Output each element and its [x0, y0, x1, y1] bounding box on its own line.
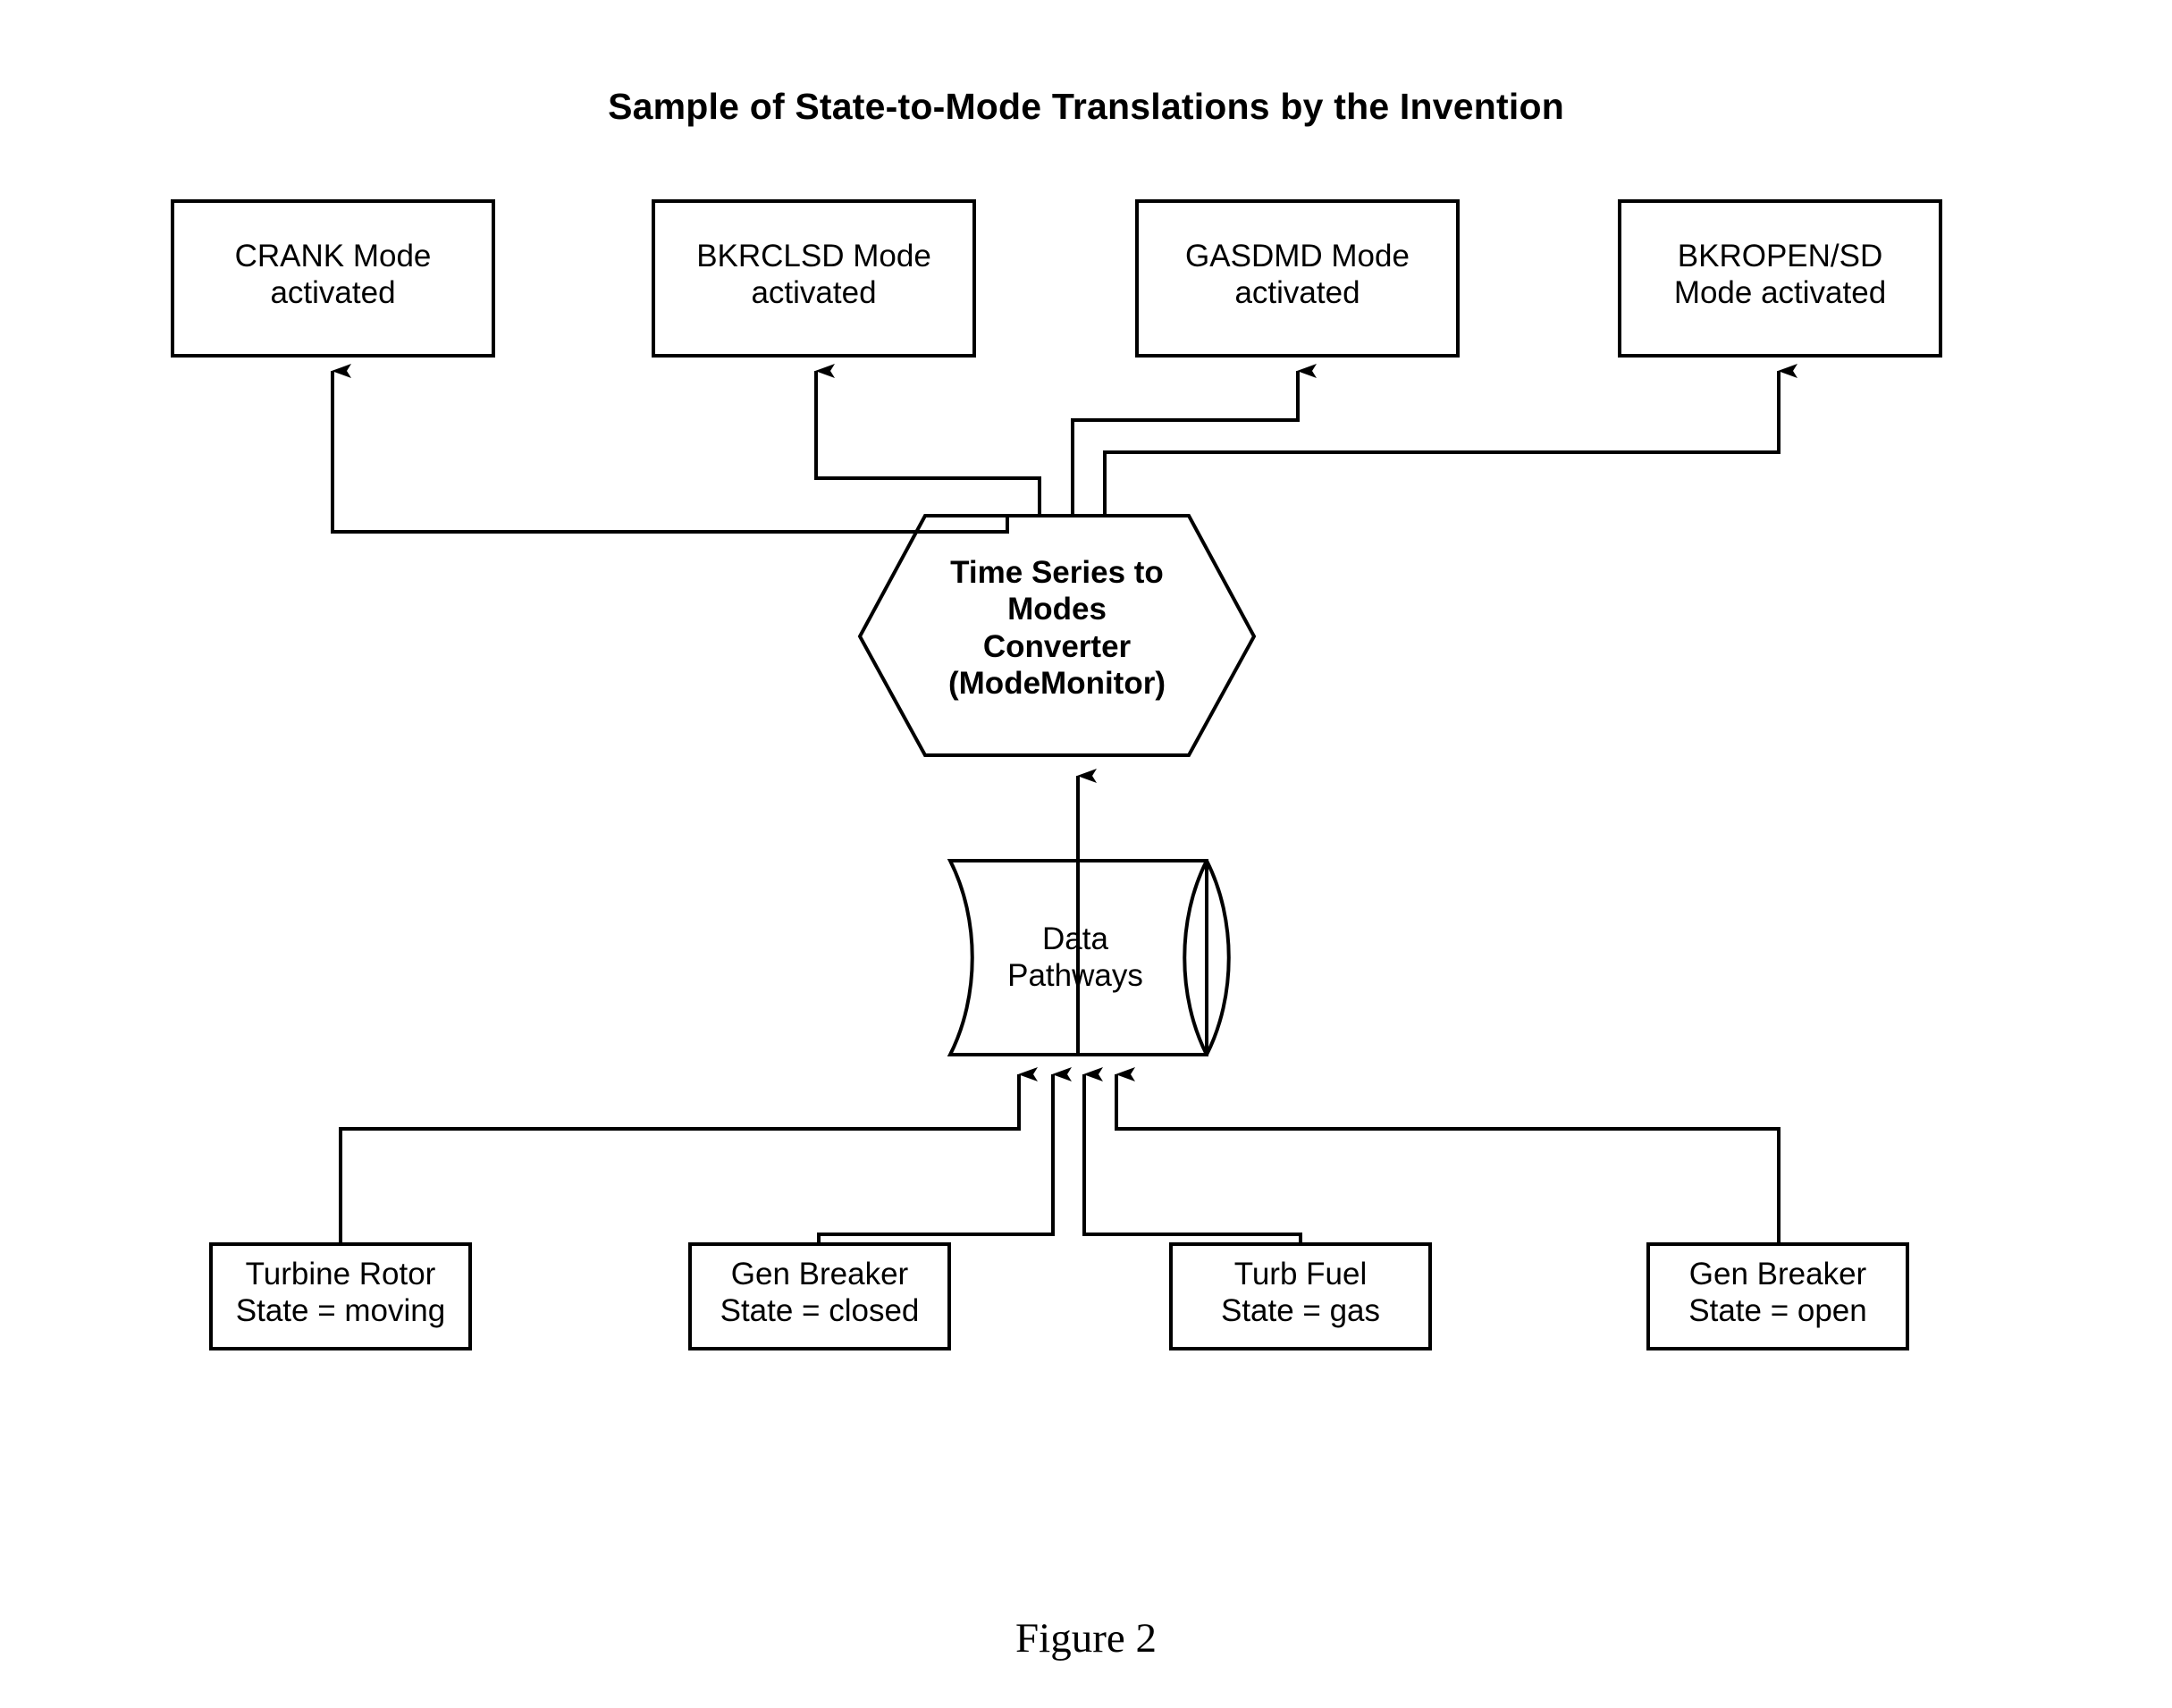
connector-converter-to-bkropensd [1103, 364, 1797, 516]
converter-hexagon[interactable] [857, 514, 1257, 757]
connector-converter-to-crank [331, 364, 1009, 534]
mode-box-bkropensd[interactable] [1618, 199, 1942, 358]
mode-box-crank[interactable] [171, 199, 495, 358]
connector-gen-breaker-open-to-datastore [1115, 1067, 1781, 1244]
connector-turbine-rotor-to-datastore [339, 1067, 1038, 1244]
flowchart-canvas [171, 199, 1942, 1350]
connector-converter-to-bkrclsd [814, 364, 1041, 516]
data-pathways-cylinder[interactable] [947, 859, 1231, 1056]
state-box-gen-breaker-closed[interactable] [688, 1242, 951, 1350]
state-box-gen-breaker-open[interactable] [1646, 1242, 1909, 1350]
state-box-turb-fuel-gas[interactable] [1169, 1242, 1432, 1350]
figure-caption: Figure 2 [1015, 1615, 1157, 1662]
state-box-turbine-rotor[interactable] [209, 1242, 472, 1350]
mode-box-gasdmd[interactable] [1135, 199, 1460, 358]
figure-page: Sample of State-to-Mode Translations by … [0, 0, 2172, 1708]
mode-box-bkrclsd[interactable] [652, 199, 976, 358]
